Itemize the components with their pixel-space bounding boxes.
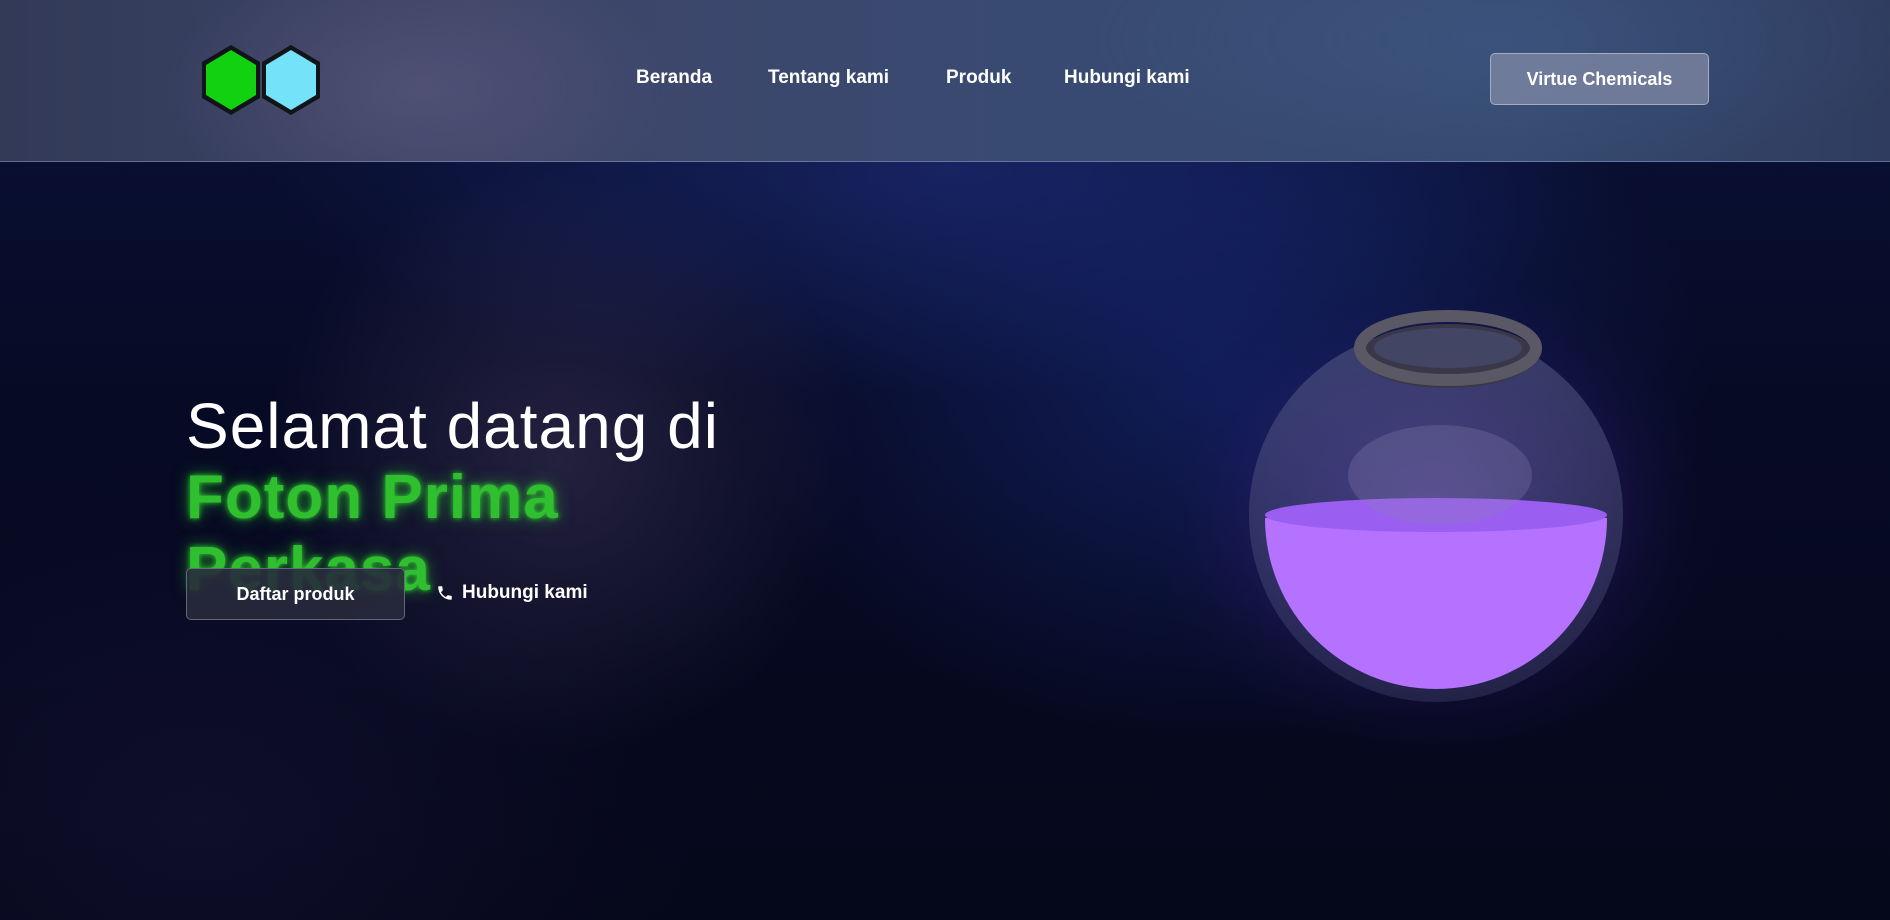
- product-list-button[interactable]: Daftar produk: [186, 568, 405, 620]
- nav-item-hubungi-kami[interactable]: Hubungi kami: [1064, 62, 1190, 94]
- site-header: Beranda Tentang kami Produk Hubungi kami…: [0, 0, 1890, 162]
- virtue-chemicals-button[interactable]: Virtue Chemicals: [1490, 53, 1709, 105]
- hero-title-line1: Selamat datang di: [186, 390, 719, 462]
- contact-link-label: Hubungi kami: [462, 582, 588, 603]
- phone-icon: [436, 584, 454, 602]
- nav-item-produk[interactable]: Produk: [946, 62, 1011, 94]
- nav-item-tentang-kami[interactable]: Tentang kami: [768, 62, 889, 94]
- nav-item-beranda[interactable]: Beranda: [636, 62, 712, 94]
- contact-link[interactable]: Hubungi kami: [436, 578, 588, 608]
- round-flask-icon: [1140, 210, 1740, 770]
